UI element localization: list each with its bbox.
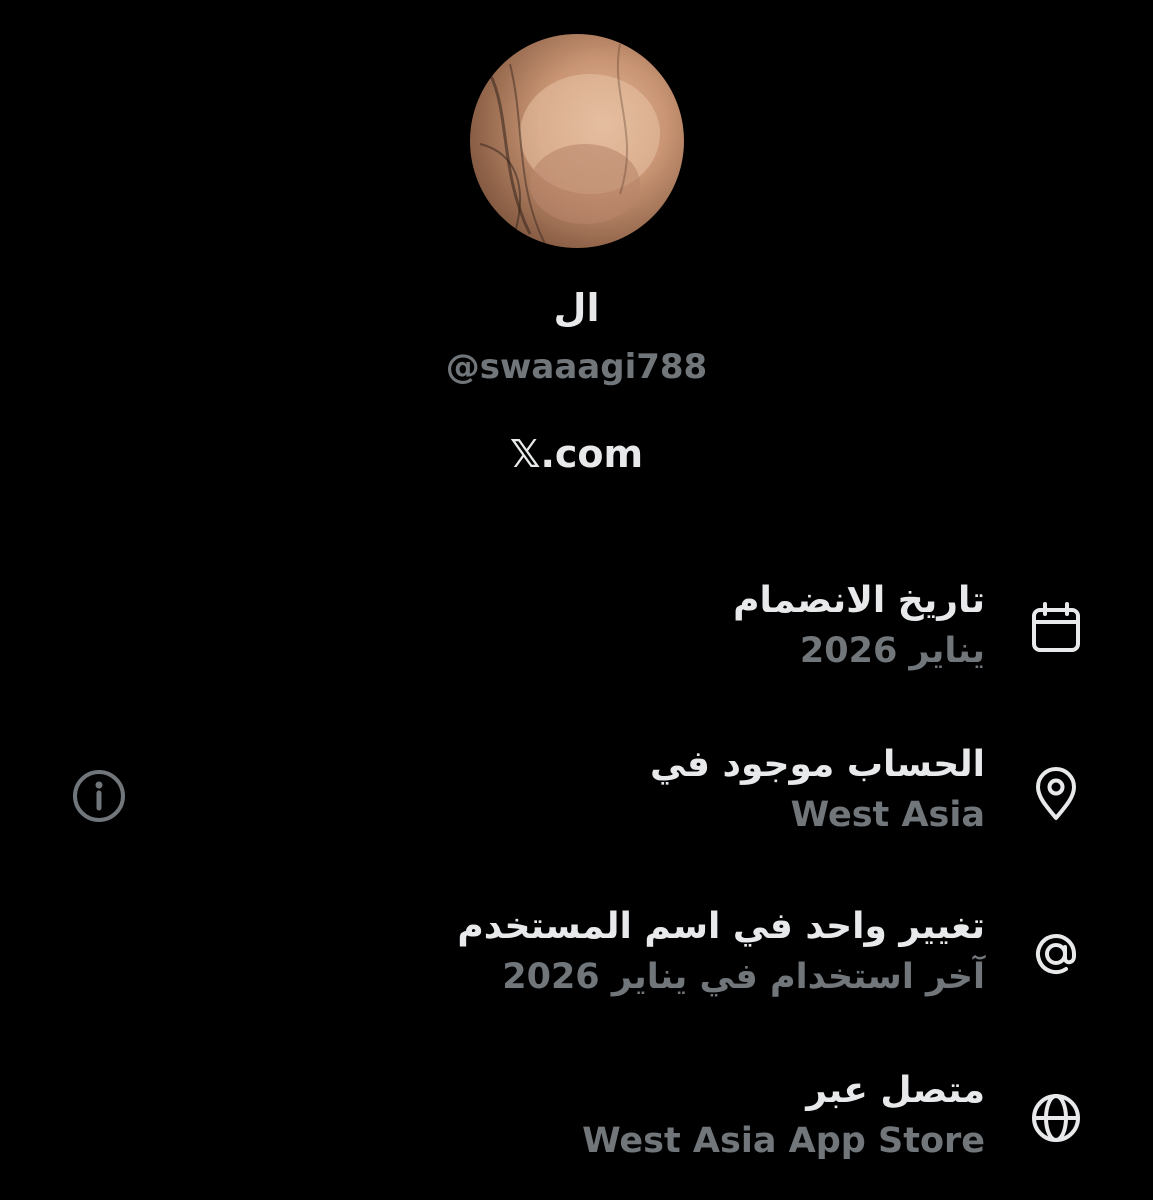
avatar[interactable]: [470, 34, 684, 248]
account-location-value: West Asia: [790, 795, 985, 835]
username-change-title: تغيير واحد في اسم المستخدم: [457, 906, 985, 947]
account-location-row: الحساب موجود في West Asia: [650, 740, 985, 840]
username-change-value: آخر استخدام في يناير 2026: [502, 957, 985, 997]
location-pin-icon: [1036, 767, 1076, 820]
username-change-row: تغيير واحد في اسم المستخدم آخر استخدام ف…: [457, 902, 985, 1002]
joined-date-value: يناير 2026: [799, 631, 985, 671]
source-label: 𝕏.com: [509, 432, 644, 476]
at-sign-icon: [1036, 934, 1076, 975]
display-name: ال: [553, 286, 600, 330]
connected-via-title: متصل عبر: [806, 1070, 985, 1111]
calendar-icon: [1032, 602, 1080, 652]
info-icon[interactable]: [71, 768, 127, 824]
connected-via-row: متصل عبر West Asia App Store: [582, 1066, 985, 1166]
joined-date-row: تاريخ الانضمام يناير 2026: [733, 576, 985, 676]
username-handle: @swaaagi788: [445, 347, 708, 387]
avatar-image: [479, 43, 660, 248]
connected-via-value: West Asia App Store: [582, 1121, 985, 1161]
joined-date-title: تاريخ الانضمام: [733, 580, 985, 621]
globe-icon: [1032, 1094, 1080, 1142]
account-location-title: الحساب موجود في: [649, 744, 985, 785]
